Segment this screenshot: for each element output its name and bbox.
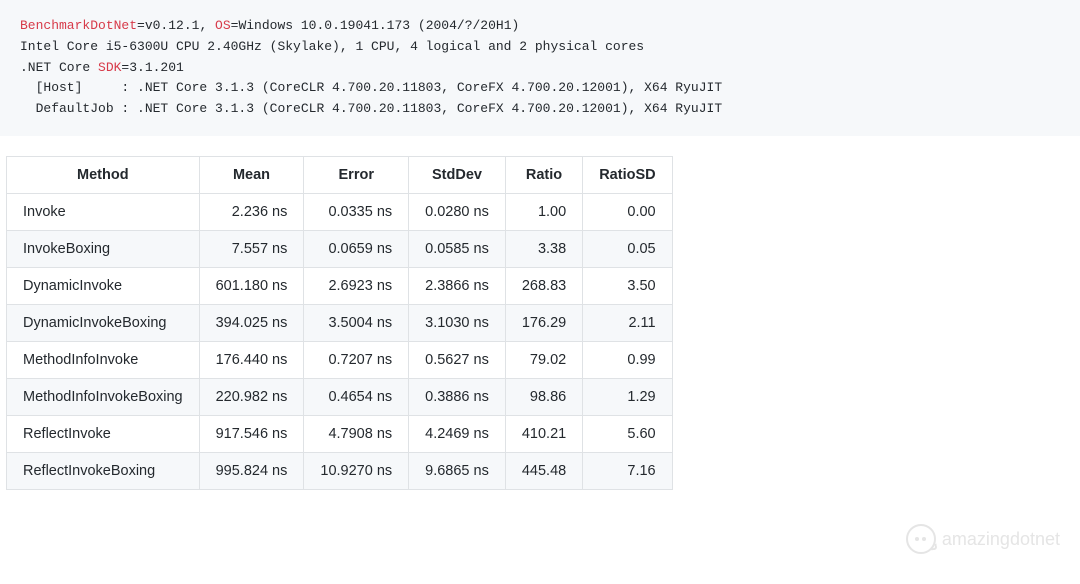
cell-value: 176.29 [505,304,582,341]
code-token: OS [215,18,231,33]
cell-value: 98.86 [505,378,582,415]
cell-value: 3.50 [583,267,672,304]
table-header-row: Method Mean Error StdDev Ratio RatioSD [7,156,673,193]
cell-value: 2.3866 ns [409,267,506,304]
cell-value: 2.6923 ns [304,267,409,304]
benchmark-header-code: BenchmarkDotNet=v0.12.1, OS=Windows 10.0… [0,0,1080,136]
wechat-icon [906,524,936,554]
watermark: amazingdotnet [906,524,1060,554]
code-token: BenchmarkDotNet [20,18,137,33]
cell-value: 601.180 ns [199,267,304,304]
table-row: Invoke2.236 ns0.0335 ns0.0280 ns1.000.00 [7,193,673,230]
cell-value: 0.0335 ns [304,193,409,230]
table-row: MethodInfoInvokeBoxing220.982 ns0.4654 n… [7,378,673,415]
cell-value: 268.83 [505,267,582,304]
table-row: ReflectInvoke917.546 ns4.7908 ns4.2469 n… [7,415,673,452]
benchmark-table: Method Mean Error StdDev Ratio RatioSD I… [6,156,673,490]
cell-value: 0.7207 ns [304,341,409,378]
cell-value: 220.982 ns [199,378,304,415]
col-mean: Mean [199,156,304,193]
col-ratio: Ratio [505,156,582,193]
cell-value: 5.60 [583,415,672,452]
cell-value: 1.29 [583,378,672,415]
cell-method: DynamicInvoke [7,267,200,304]
cell-method: MethodInfoInvokeBoxing [7,378,200,415]
cell-value: 9.6865 ns [409,452,506,489]
code-token: =3.1.201 [121,60,183,75]
code-line: DefaultJob : .NET Core 3.1.3 (CoreCLR 4.… [20,101,722,116]
cell-value: 2.11 [583,304,672,341]
table-row: DynamicInvokeBoxing394.025 ns3.5004 ns3.… [7,304,673,341]
cell-value: 445.48 [505,452,582,489]
cell-method: ReflectInvokeBoxing [7,452,200,489]
cell-value: 176.440 ns [199,341,304,378]
cell-value: 0.4654 ns [304,378,409,415]
code-line: Intel Core i5-6300U CPU 2.40GHz (Skylake… [20,39,644,54]
col-method: Method [7,156,200,193]
cell-method: Invoke [7,193,200,230]
table-row: MethodInfoInvoke176.440 ns0.7207 ns0.562… [7,341,673,378]
cell-value: 0.00 [583,193,672,230]
col-stddev: StdDev [409,156,506,193]
cell-value: 410.21 [505,415,582,452]
table-row: InvokeBoxing7.557 ns0.0659 ns0.0585 ns3.… [7,230,673,267]
cell-method: MethodInfoInvoke [7,341,200,378]
cell-value: 394.025 ns [199,304,304,341]
cell-value: 0.99 [583,341,672,378]
cell-value: 917.546 ns [199,415,304,452]
cell-value: 1.00 [505,193,582,230]
cell-value: 3.1030 ns [409,304,506,341]
cell-method: InvokeBoxing [7,230,200,267]
cell-value: 3.5004 ns [304,304,409,341]
cell-value: 0.0585 ns [409,230,506,267]
cell-value: 0.0659 ns [304,230,409,267]
code-token: .NET Core [20,60,98,75]
code-token: =v0.12.1, [137,18,215,33]
cell-value: 0.0280 ns [409,193,506,230]
watermark-label: amazingdotnet [942,529,1060,550]
table-row: DynamicInvoke601.180 ns2.6923 ns2.3866 n… [7,267,673,304]
cell-value: 3.38 [505,230,582,267]
cell-value: 10.9270 ns [304,452,409,489]
cell-method: ReflectInvoke [7,415,200,452]
cell-value: 7.557 ns [199,230,304,267]
table-row: ReflectInvokeBoxing995.824 ns10.9270 ns9… [7,452,673,489]
code-token: SDK [98,60,121,75]
cell-value: 0.05 [583,230,672,267]
cell-value: 4.7908 ns [304,415,409,452]
cell-value: 2.236 ns [199,193,304,230]
cell-value: 0.5627 ns [409,341,506,378]
cell-method: DynamicInvokeBoxing [7,304,200,341]
cell-value: 995.824 ns [199,452,304,489]
cell-value: 7.16 [583,452,672,489]
col-ratiosd: RatioSD [583,156,672,193]
col-error: Error [304,156,409,193]
cell-value: 79.02 [505,341,582,378]
cell-value: 0.3886 ns [409,378,506,415]
code-token: =Windows 10.0.19041.173 (2004/?/20H1) [231,18,520,33]
code-line: [Host] : .NET Core 3.1.3 (CoreCLR 4.700.… [20,80,722,95]
cell-value: 4.2469 ns [409,415,506,452]
